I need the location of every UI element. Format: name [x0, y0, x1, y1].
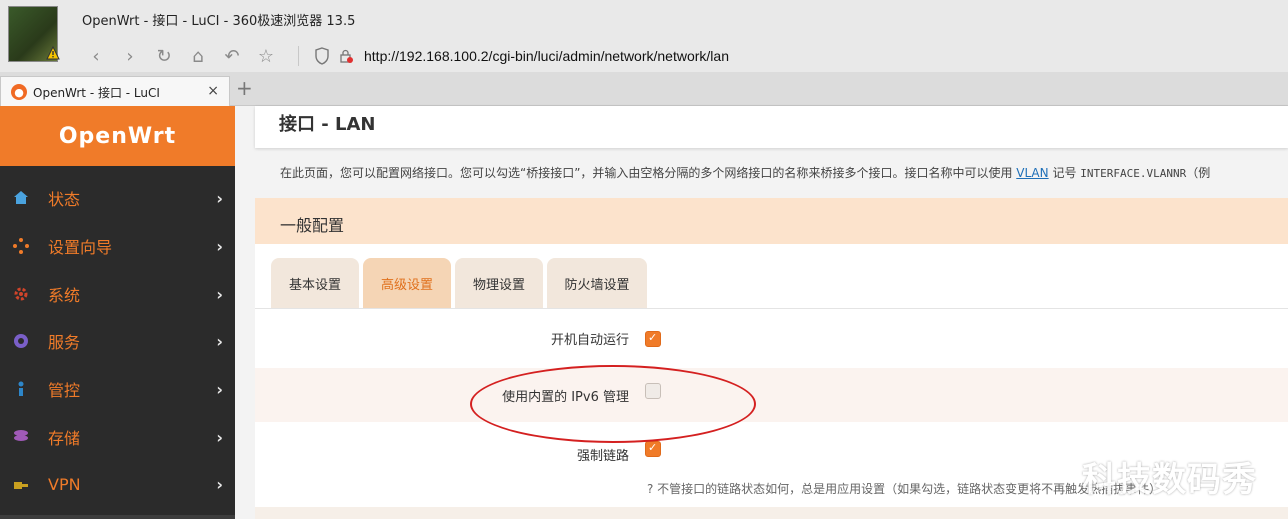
close-icon[interactable]: × — [207, 83, 219, 99]
page-title: 接口 - LAN — [279, 114, 376, 135]
sidebar-next-item — [0, 515, 235, 519]
option-row-autostart: 开机自动运行 — [255, 320, 1288, 356]
sidebar-item-label: 服务 — [48, 333, 81, 352]
sidebar-item-system[interactable]: 系统 › — [0, 274, 235, 314]
tab-strip: ● OpenWrt - 接口 - LuCI × — [0, 72, 1288, 107]
sidebar-item-label: 系统 — [48, 286, 81, 305]
undo-icon[interactable]: ↶ — [220, 44, 244, 68]
warning-icon — [46, 46, 60, 60]
lock-warning-icon[interactable] — [338, 48, 354, 64]
home-icon[interactable]: ⌂ — [186, 44, 210, 68]
description-code: INTERFACE.VLANNR — [1080, 167, 1187, 180]
watermark-text: 科技数码秀 — [1082, 460, 1257, 500]
tab-divider — [255, 308, 1288, 309]
new-tab-icon[interactable]: + — [236, 76, 253, 100]
sidebar-item-wizard[interactable]: 设置向导 › — [0, 226, 235, 266]
sidebar-item-label: 设置向导 — [48, 238, 113, 257]
force-link-checkbox[interactable] — [645, 441, 661, 457]
chevron-right-icon: › — [216, 379, 223, 399]
reload-icon[interactable]: ↻ — [152, 44, 176, 68]
browser-tab[interactable]: ● OpenWrt - 接口 - LuCI × — [0, 76, 230, 107]
vpn-icon — [14, 482, 28, 489]
page-header: 接口 - LAN — [255, 106, 1288, 148]
page-description: 在此页面，您可以配置网络接口。您可以勾选“桥接接口”，并输入由空格分隔的多个网络… — [280, 164, 1210, 181]
tab-title: OpenWrt - 接口 - LuCI — [33, 85, 160, 100]
url-text[interactable]: http://192.168.100.2/cgi-bin/luci/admin/… — [364, 48, 729, 64]
autostart-checkbox[interactable] — [645, 331, 661, 347]
option-label: 强制链路 — [576, 448, 629, 464]
sidebar-item-label: 存储 — [48, 429, 81, 448]
option-row-ipv6: 使用内置的 IPv6 管理 — [255, 368, 1288, 422]
sidebar: OpenWrt 状态 › 设置向导 › 系统 › 服务 › 管控 › 存储 › … — [0, 106, 235, 519]
browser-titlebar: OpenWrt - 接口 - LuCI - 360极速浏览器 13.5 ‹ › … — [0, 0, 1288, 72]
storage-icon — [14, 430, 28, 441]
description-text: 在此页面，您可以配置网络接口。您可以勾选“桥接接口”，并输入由空格分隔的多个网络… — [280, 166, 1017, 180]
sidebar-item-status[interactable]: 状态 › — [0, 178, 235, 218]
sidebar-item-label: VPN — [48, 474, 81, 494]
nav-buttons: ‹ › ↻ ⌂ ↶ ☆ — [84, 44, 278, 68]
address-bar[interactable]: http://192.168.100.2/cgi-bin/luci/admin/… — [306, 42, 1286, 70]
shield-icon[interactable] — [314, 47, 330, 65]
option-label: 开机自动运行 — [550, 332, 629, 348]
home-icon — [14, 191, 28, 204]
luci-favicon-icon: ● — [11, 84, 27, 100]
config-tabs: 基本设置 高级设置 物理设置 防火墙设置 — [271, 258, 647, 308]
description-text: （例 — [1186, 166, 1211, 180]
tab-physical-settings[interactable]: 物理设置 — [455, 258, 543, 308]
back-icon[interactable]: ‹ — [84, 44, 108, 68]
forward-icon[interactable]: › — [118, 44, 142, 68]
description-text: 记号 — [1048, 166, 1081, 180]
chevron-right-icon: › — [216, 188, 223, 208]
control-icon — [18, 381, 24, 396]
annotation-ellipse — [470, 365, 756, 443]
sidebar-item-services[interactable]: 服务 › — [0, 321, 235, 361]
chevron-right-icon: › — [216, 284, 223, 304]
toolbar-divider — [298, 46, 299, 66]
service-icon — [14, 334, 28, 348]
chevron-right-icon: › — [216, 236, 223, 256]
sidebar-item-control[interactable]: 管控 › — [0, 369, 235, 409]
sidebar-item-label: 管控 — [48, 381, 81, 400]
section-header: 一般配置 — [255, 198, 1288, 244]
chevron-right-icon: › — [216, 474, 223, 494]
tab-firewall-settings[interactable]: 防火墙设置 — [547, 258, 647, 308]
chevron-right-icon: › — [216, 331, 223, 351]
tab-advanced-settings[interactable]: 高级设置 — [363, 258, 451, 308]
sidebar-item-storage[interactable]: 存储 › — [0, 417, 235, 457]
gear-icon — [14, 287, 28, 301]
section-title: 一般配置 — [280, 216, 345, 235]
window-title: OpenWrt - 接口 - LuCI - 360极速浏览器 13.5 — [82, 14, 356, 29]
next-row-strip — [255, 507, 1288, 519]
sidebar-item-vpn[interactable]: VPN › — [0, 464, 235, 504]
vlan-link[interactable]: VLAN — [1016, 166, 1048, 180]
brand-logo[interactable]: OpenWrt — [0, 106, 235, 166]
wizard-icon — [13, 238, 29, 254]
star-icon[interactable]: ☆ — [254, 44, 278, 68]
chevron-right-icon: › — [216, 427, 223, 447]
sidebar-item-label: 状态 — [48, 190, 81, 209]
tab-basic-settings[interactable]: 基本设置 — [271, 258, 359, 308]
